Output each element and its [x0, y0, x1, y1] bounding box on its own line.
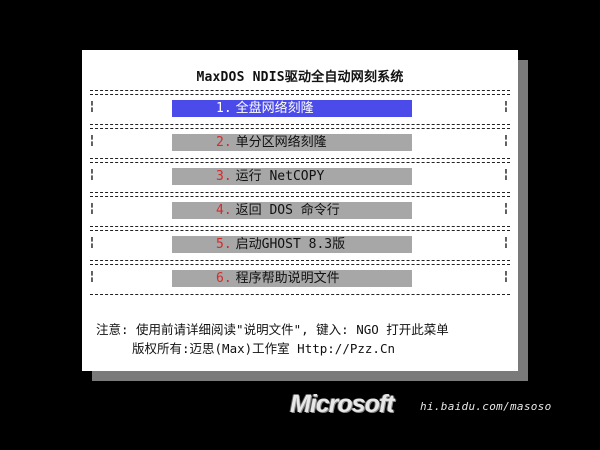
menu-item-label: 运行 NetCOPY [235, 169, 325, 184]
menu-item-5[interactable]: 5. 启动GHOST 8.3版 [172, 236, 412, 253]
watermark-url: hi.baidu.com/masoso [420, 400, 552, 413]
divider [90, 128, 510, 129]
divider [90, 192, 510, 193]
dos-screen: MaxDOS NDIS驱动全自动网刻系统 ¦ 1. 全盘网络刻隆 ¦ ¦ 2. 单分… [0, 0, 600, 450]
menu-item-1[interactable]: 1. 全盘网络刻隆 [172, 100, 412, 117]
border-pipe: ¦ [88, 133, 96, 147]
border-pipe: ¦ [88, 235, 96, 249]
menu-item-6[interactable]: 6. 程序帮助说明文件 [172, 270, 412, 287]
microsoft-logo: Microsoft [290, 390, 394, 418]
border-pipe: ¦ [88, 269, 96, 283]
divider [90, 94, 510, 95]
menu-item-number: 5. [216, 237, 232, 252]
menu-item-label: 单分区网络刻隆 [235, 135, 327, 150]
border-pipe: ¦ [502, 133, 510, 147]
divider [90, 158, 510, 159]
divider [90, 124, 510, 125]
border-pipe: ¦ [502, 99, 510, 113]
copyright-note: 版权所有:迈思(Max)工作室 Http://Pzz.Cn [132, 341, 396, 356]
menu-item-label: 程序帮助说明文件 [235, 271, 340, 286]
divider [90, 196, 510, 197]
border-pipe: ¦ [88, 99, 96, 113]
divider [90, 230, 510, 231]
divider [90, 162, 510, 163]
menu-item-number: 4. [216, 203, 232, 218]
divider [90, 294, 510, 295]
divider [90, 226, 510, 227]
border-pipe: ¦ [88, 201, 96, 215]
menu-item-number: 2. [216, 135, 232, 150]
menu-item-label: 全盘网络刻隆 [235, 101, 314, 116]
border-pipe: ¦ [88, 167, 96, 181]
dialog-title: MaxDOS NDIS驱动全自动网刻系统 [196, 70, 404, 85]
divider [90, 264, 510, 265]
menu-item-3[interactable]: 3. 运行 NetCOPY [172, 168, 412, 185]
border-pipe: ¦ [502, 269, 510, 283]
menu-item-number: 1. [216, 101, 232, 116]
menu-item-number: 3. [216, 169, 232, 184]
menu-item-label: 启动GHOST 8.3版 [235, 237, 346, 252]
usage-note: 注意: 使用前请详细阅读"说明文件", 键入: NGO 打开此菜单 [96, 322, 449, 337]
border-pipe: ¦ [502, 167, 510, 181]
border-pipe: ¦ [502, 201, 510, 215]
menu-item-4[interactable]: 4. 返回 DOS 命令行 [172, 202, 412, 219]
menu-item-2[interactable]: 2. 单分区网络刻隆 [172, 134, 412, 151]
menu-item-label: 返回 DOS 命令行 [235, 203, 340, 218]
divider [90, 90, 510, 91]
divider [90, 260, 510, 261]
border-pipe: ¦ [502, 235, 510, 249]
menu-dialog: MaxDOS NDIS驱动全自动网刻系统 ¦ 1. 全盘网络刻隆 ¦ ¦ 2. 单分… [82, 50, 518, 371]
menu-item-number: 6. [216, 271, 232, 286]
